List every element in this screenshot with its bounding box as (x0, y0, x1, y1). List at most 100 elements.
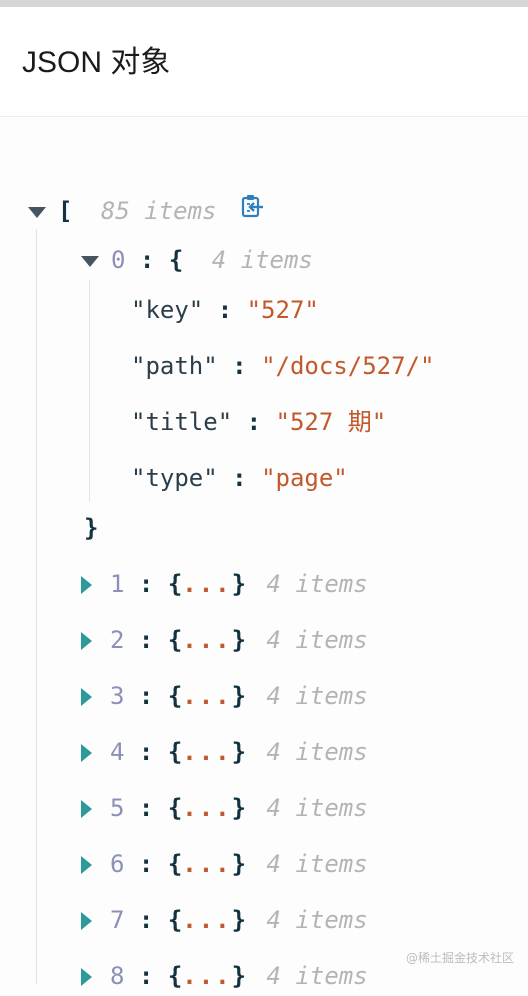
item-colon: : (138, 850, 154, 878)
item-close-brace: } (231, 738, 247, 766)
watermark: @稀土掘金技术社区 (405, 951, 514, 965)
collapsed-item-row[interactable]: 3 : {...} 4 items (81, 676, 368, 716)
item-count: 4 items (266, 850, 368, 878)
collapse-caret-icon[interactable] (28, 206, 46, 218)
item-ellipsis[interactable]: ... (182, 626, 231, 654)
field-row-title: "title" : "527 期" (131, 402, 386, 442)
item-open-brace: { (167, 794, 183, 822)
field-value[interactable]: "page" (261, 464, 348, 492)
item-ellipsis[interactable]: ... (182, 794, 231, 822)
field-colon: : (246, 408, 262, 436)
item-open-brace: { (167, 906, 183, 934)
root-indent-guide (36, 229, 37, 984)
field-key: "title" (131, 408, 233, 436)
field-value[interactable]: "527" (247, 296, 319, 324)
item-count: 4 items (211, 246, 313, 274)
item-close-brace: } (231, 906, 247, 934)
collapsed-item-row[interactable]: 2 : {...} 4 items (81, 620, 368, 660)
expand-caret-icon[interactable] (81, 632, 92, 650)
collapsed-item-row[interactable]: 5 : {...} 4 items (81, 788, 368, 828)
item-close-brace: } (231, 794, 247, 822)
field-row-key: "key" : "527" (131, 290, 319, 330)
item-count: 4 items (266, 794, 368, 822)
root-open-bracket: [ (58, 197, 73, 225)
field-key: "type" (131, 464, 218, 492)
expand-caret-icon[interactable] (81, 968, 92, 986)
collapsed-item-row[interactable]: 1 : {...} 4 items (81, 564, 368, 604)
item-index: 2 (110, 626, 125, 654)
item-colon: : (138, 682, 154, 710)
item-count: 4 items (266, 570, 368, 598)
item-close-brace: } (231, 850, 247, 878)
expand-caret-icon[interactable] (81, 576, 92, 594)
root-array-row: [ 85 items (28, 191, 267, 231)
item-ellipsis[interactable]: ... (182, 682, 231, 710)
item-0-row: 0 : { 4 items (81, 240, 313, 280)
panel-header: JSON 对象 (0, 7, 528, 117)
item-colon: : (138, 626, 154, 654)
item-index: 1 (110, 570, 125, 598)
item-colon: : (138, 962, 154, 990)
root-item-count: 85 items (100, 197, 217, 225)
item-count: 4 items (266, 626, 368, 654)
item-count: 4 items (266, 962, 368, 990)
item-colon: : (138, 738, 154, 766)
collapsed-item-row[interactable]: 8 : {...} 4 items (81, 956, 368, 996)
top-divider (0, 0, 528, 7)
item-open-brace: { (167, 682, 183, 710)
item-open-brace: { (167, 738, 183, 766)
item-index: 4 (110, 738, 125, 766)
field-key: "key" (131, 296, 204, 324)
copy-to-clipboard-icon[interactable] (239, 192, 267, 232)
field-colon: : (232, 464, 247, 492)
expand-caret-icon[interactable] (81, 744, 92, 762)
expand-caret-icon[interactable] (81, 688, 92, 706)
item-index: 8 (110, 962, 125, 990)
item-count: 4 items (266, 682, 368, 710)
collapsed-item-row[interactable]: 7 : {...} 4 items (81, 900, 368, 940)
page-title: JSON 对象 (22, 46, 171, 79)
item-close-brace: } (231, 682, 247, 710)
collapse-caret-icon[interactable] (81, 255, 99, 267)
item-index: 3 (110, 682, 125, 710)
item-open-brace: { (167, 850, 183, 878)
item-colon: : (139, 246, 155, 274)
item-count: 4 items (266, 906, 368, 934)
item-ellipsis[interactable]: ... (182, 962, 231, 990)
item-0-indent-guide (89, 280, 90, 502)
item-index: 0 (111, 246, 126, 274)
item-close-brace: } (231, 626, 247, 654)
item-colon: : (138, 570, 154, 598)
item-0-close-row: } (84, 508, 98, 548)
item-ellipsis[interactable]: ... (182, 738, 231, 766)
item-ellipsis[interactable]: ... (182, 850, 231, 878)
expand-caret-icon[interactable] (81, 800, 92, 818)
field-row-path: "path" : "/docs/527/" (131, 346, 434, 386)
item-index: 5 (110, 794, 125, 822)
item-ellipsis[interactable]: ... (182, 570, 231, 598)
item-open-brace: { (167, 626, 183, 654)
item-colon: : (138, 906, 154, 934)
json-tree-viewer: [ 85 items 0 : { 4 items "key" : "527" "… (0, 117, 528, 990)
field-key: "path" (131, 352, 218, 380)
item-index: 6 (110, 850, 125, 878)
expand-caret-icon[interactable] (81, 912, 92, 930)
field-row-type: "type" : "page" (131, 458, 348, 498)
item-close-brace: } (231, 962, 247, 990)
collapsed-item-row[interactable]: 4 : {...} 4 items (81, 732, 368, 772)
item-open-brace: { (168, 246, 184, 274)
item-close-brace: } (84, 514, 99, 542)
item-close-brace: } (231, 570, 247, 598)
item-open-brace: { (167, 570, 183, 598)
field-value[interactable]: "527 期" (276, 408, 387, 436)
item-colon: : (138, 794, 154, 822)
item-open-brace: { (167, 962, 183, 990)
item-ellipsis[interactable]: ... (182, 906, 231, 934)
field-value[interactable]: "/docs/527/" (261, 352, 434, 380)
expand-caret-icon[interactable] (81, 856, 92, 874)
item-count: 4 items (266, 738, 368, 766)
collapsed-item-row[interactable]: 6 : {...} 4 items (81, 844, 368, 884)
item-index: 7 (110, 906, 125, 934)
field-colon: : (217, 296, 233, 324)
field-colon: : (232, 352, 247, 380)
